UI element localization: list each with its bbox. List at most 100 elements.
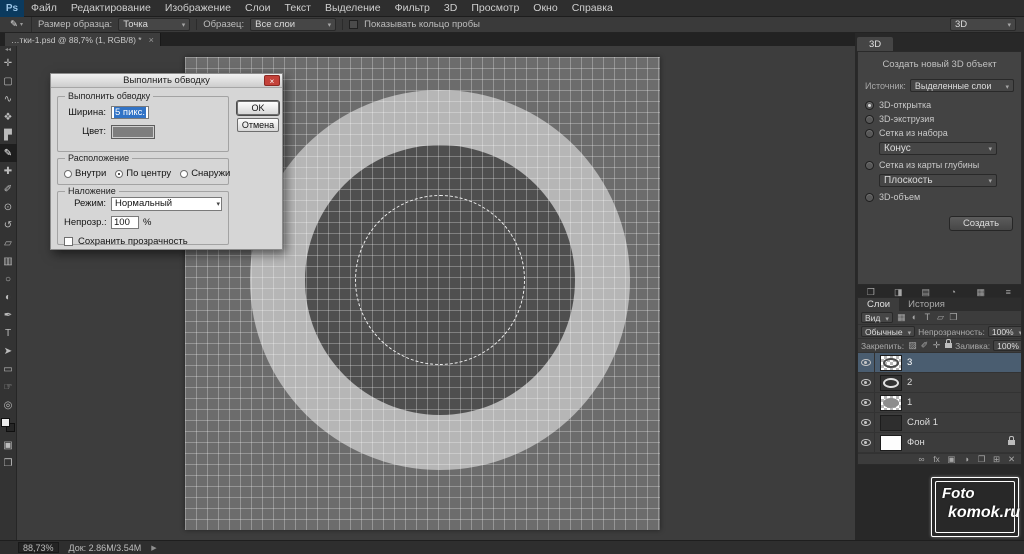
- lock-image-pixels-icon[interactable]: ✐: [919, 340, 930, 351]
- status-menu-arrow-icon[interactable]: ▶: [151, 544, 156, 552]
- 3d-option-dropdown[interactable]: Плоскость: [879, 174, 997, 187]
- shape-tool-icon[interactable]: ▭: [0, 360, 17, 378]
- tab-history[interactable]: История: [899, 298, 954, 311]
- stroke-color-swatch[interactable]: [111, 124, 155, 139]
- show-sampling-ring-checkbox[interactable]: [349, 20, 359, 29]
- zoom-tool-icon[interactable]: ◎: [0, 396, 17, 414]
- menu-item[interactable]: Выделение: [318, 0, 388, 17]
- layer-thumbnail[interactable]: [880, 414, 902, 431]
- layer-thumbnail[interactable]: [880, 394, 902, 411]
- type-tool-icon[interactable]: T: [0, 324, 17, 342]
- ok-button[interactable]: OK: [237, 101, 279, 115]
- quick-mask-icon[interactable]: ▣: [0, 436, 17, 454]
- opacity-dropdown[interactable]: 100%: [987, 326, 1021, 337]
- document-tab[interactable]: …тки-1.psd @ 88,7% (1, RGB/8) * ×: [5, 33, 161, 46]
- path-selection-tool-icon[interactable]: ➤: [0, 342, 17, 360]
- toolbar-collapse-icon[interactable]: ◂◂: [5, 47, 11, 54]
- visibility-toggle[interactable]: [858, 433, 875, 452]
- clone-stamp-tool-icon[interactable]: ⊙: [0, 198, 17, 216]
- lock-all-icon[interactable]: [945, 339, 953, 348]
- width-input[interactable]: 5 пикс.: [111, 106, 150, 119]
- history-brush-tool-icon[interactable]: ↺: [0, 216, 17, 234]
- source-dropdown[interactable]: Выделенные слои: [909, 79, 1014, 92]
- tool-preset-picker[interactable]: ✎ ▾: [2, 17, 32, 32]
- lasso-tool-icon[interactable]: ∿: [0, 90, 17, 108]
- gradient-tool-icon[interactable]: ▥: [0, 252, 17, 270]
- 3d-option-radio[interactable]: Сетка из набора: [865, 126, 1014, 140]
- adjustment-layer-icon[interactable]: ◑: [962, 454, 971, 465]
- lock-position-icon[interactable]: ✛: [931, 340, 942, 351]
- create-button[interactable]: Создать: [949, 216, 1013, 231]
- new-layer-icon[interactable]: ⊞: [992, 454, 1001, 465]
- hand-tool-icon[interactable]: ☞: [0, 378, 17, 396]
- 3d-option-dropdown[interactable]: Конус: [879, 142, 997, 155]
- layer-thumbnail[interactable]: [880, 374, 902, 391]
- visibility-toggle[interactable]: [858, 393, 875, 412]
- filter-shape-layers-icon[interactable]: ▱: [935, 312, 946, 323]
- 3d-option-radio[interactable]: Сетка из карты глубины: [865, 158, 1014, 172]
- blur-tool-icon[interactable]: ○: [0, 270, 17, 288]
- eraser-tool-icon[interactable]: ▱: [0, 234, 17, 252]
- location-radio[interactable]: Снаружи: [180, 168, 230, 179]
- filter-adjustment-layers-icon[interactable]: ◐: [909, 312, 920, 323]
- zoom-level-field[interactable]: 88,73%: [18, 542, 59, 553]
- close-icon[interactable]: ×: [149, 35, 154, 45]
- quick-selection-tool-icon[interactable]: ❖: [0, 108, 17, 126]
- marquee-tool-icon[interactable]: ▢: [0, 72, 17, 90]
- healing-brush-tool-icon[interactable]: ✚: [0, 162, 17, 180]
- opacity-input[interactable]: 100: [111, 216, 139, 229]
- 3d-option-radio[interactable]: 3D-объем: [865, 190, 1014, 204]
- menu-item[interactable]: 3D: [437, 0, 464, 17]
- layer-row[interactable]: 1: [858, 393, 1021, 413]
- layer-row[interactable]: Слой 1: [858, 413, 1021, 433]
- layer-thumbnail[interactable]: [880, 434, 902, 451]
- menu-item[interactable]: Слои: [238, 0, 278, 17]
- tab-layers[interactable]: Слои: [858, 298, 900, 311]
- layer-row[interactable]: 3: [858, 353, 1021, 373]
- filter-type-layers-icon[interactable]: T: [922, 312, 933, 323]
- add-layer-mask-icon[interactable]: ▣: [947, 454, 956, 465]
- menu-item[interactable]: Текст: [278, 0, 318, 17]
- color-swatches[interactable]: [1, 418, 15, 432]
- menu-item[interactable]: Редактирование: [64, 0, 158, 17]
- sample-size-dropdown[interactable]: Точка: [118, 18, 191, 31]
- 3d-option-radio[interactable]: 3D-экструзия: [865, 112, 1014, 126]
- layer-row[interactable]: 2: [858, 373, 1021, 393]
- dodge-tool-icon[interactable]: ◐: [0, 288, 17, 306]
- layer-style-icon[interactable]: fx: [932, 454, 941, 465]
- preserve-transparency-checkbox[interactable]: [64, 237, 73, 246]
- eyedropper-tool-icon[interactable]: ✎: [0, 144, 17, 162]
- visibility-toggle[interactable]: [858, 413, 875, 432]
- fill-dropdown[interactable]: 100%: [993, 340, 1021, 351]
- delete-layer-icon[interactable]: ✕: [1007, 454, 1016, 465]
- menu-item[interactable]: Окно: [526, 0, 564, 17]
- tab-3d-panel[interactable]: 3D: [857, 37, 894, 51]
- filter-type-dropdown[interactable]: Вид: [861, 312, 893, 323]
- filter-smart-object-icon[interactable]: ❒: [948, 312, 959, 323]
- menu-item[interactable]: Изображение: [158, 0, 238, 17]
- blend-mode-select[interactable]: Нормальный: [111, 196, 222, 211]
- filter-pixel-layers-icon[interactable]: ▦: [896, 312, 907, 323]
- screen-mode-icon[interactable]: ❐: [0, 454, 17, 472]
- location-radio[interactable]: Внутри: [64, 168, 106, 179]
- blend-mode-dropdown[interactable]: Обычные: [861, 326, 916, 337]
- visibility-toggle[interactable]: [858, 373, 875, 392]
- location-radio[interactable]: По центру: [115, 168, 171, 179]
- menu-item[interactable]: Фильтр: [388, 0, 437, 17]
- crop-tool-icon[interactable]: ▛: [0, 126, 17, 144]
- pen-tool-icon[interactable]: ✒: [0, 306, 17, 324]
- lock-transparent-pixels-icon[interactable]: ▨: [907, 340, 918, 351]
- menu-item[interactable]: Файл: [24, 0, 64, 17]
- cancel-button[interactable]: Отмена: [237, 118, 279, 132]
- menu-item[interactable]: Справка: [565, 0, 620, 17]
- visibility-toggle[interactable]: [858, 353, 875, 372]
- move-tool-icon[interactable]: ✛: [0, 54, 17, 72]
- 3d-option-radio[interactable]: 3D-открытка: [865, 98, 1014, 112]
- workspace-switcher[interactable]: 3D: [950, 18, 1016, 31]
- layer-row[interactable]: Фон: [858, 433, 1021, 453]
- layer-thumbnail[interactable]: [880, 354, 902, 371]
- group-layers-icon[interactable]: ❐: [977, 454, 986, 465]
- dialog-titlebar[interactable]: Выполнить обводку ×: [51, 74, 282, 88]
- menu-item[interactable]: Просмотр: [464, 0, 526, 17]
- sample-dropdown[interactable]: Все слои: [250, 18, 337, 31]
